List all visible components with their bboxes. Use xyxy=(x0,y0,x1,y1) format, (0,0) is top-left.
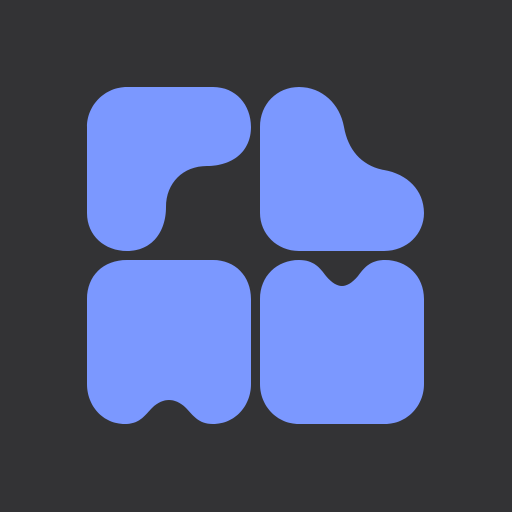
bottom-left-tile xyxy=(87,260,251,424)
top-left-tile xyxy=(87,87,251,251)
app-icon-canvas xyxy=(0,0,512,512)
bottom-right-tile xyxy=(260,260,424,424)
four-tile-blob-logo-icon xyxy=(87,87,424,424)
top-right-tile xyxy=(260,87,424,251)
